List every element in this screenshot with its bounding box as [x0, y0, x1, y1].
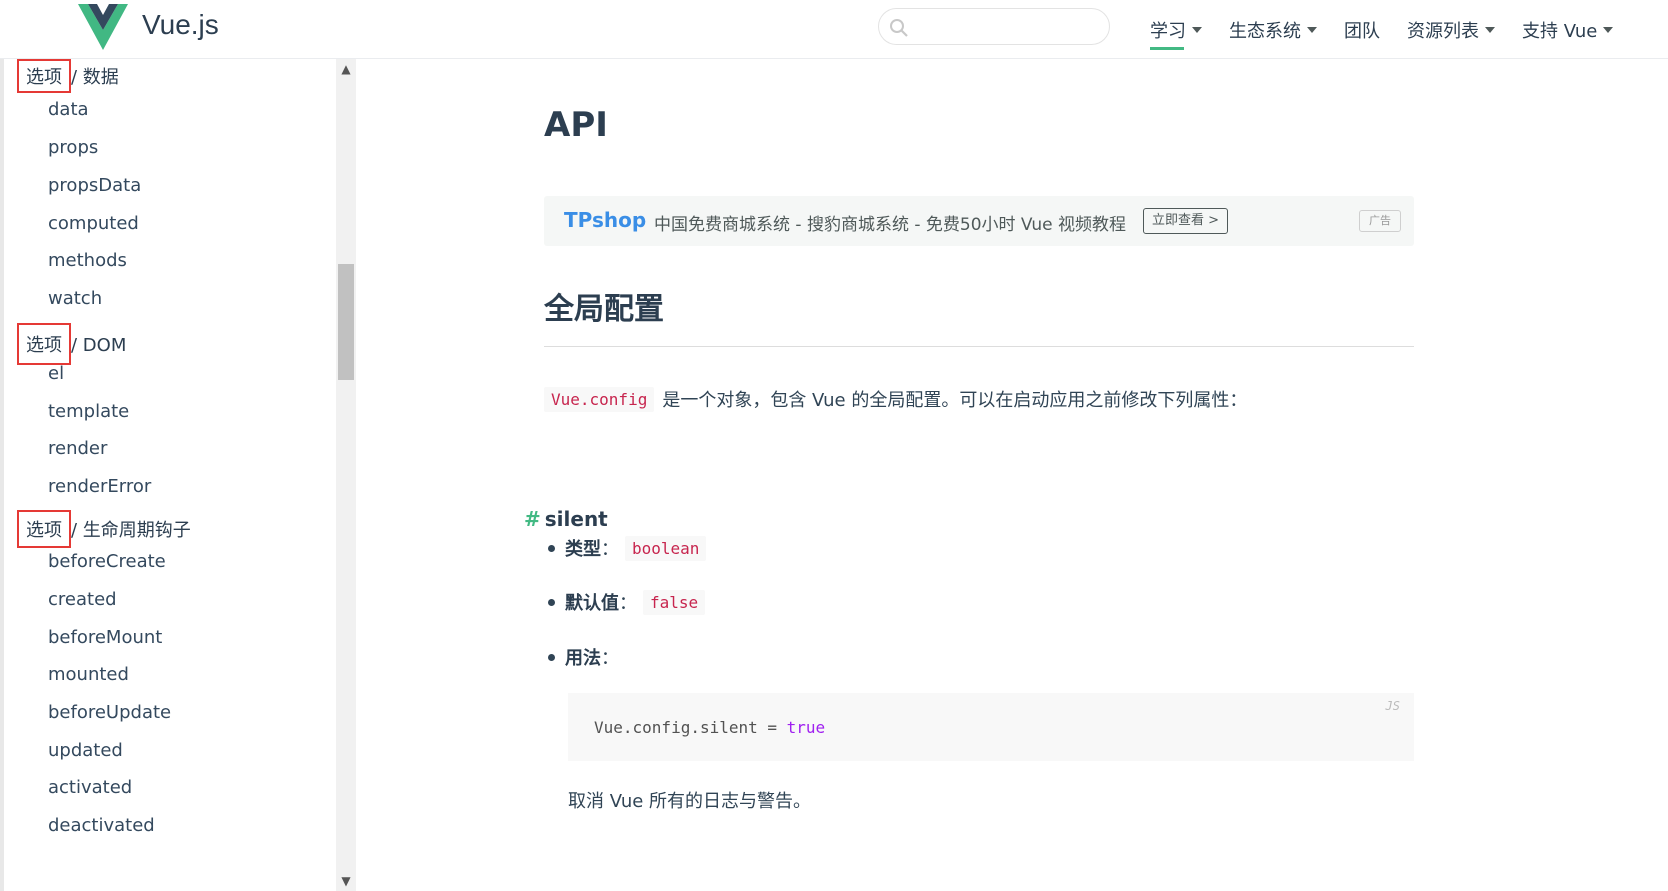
sidebar-section-dom[interactable]: 选项 / DOM [17, 323, 127, 365]
prop-sep: ： [601, 648, 619, 669]
ad-text[interactable]: 中国免费商城系统 - 搜豹商城系统 - 免费50小时 Vue 视频教程 [654, 210, 1126, 235]
prop-code: false [643, 589, 706, 615]
vue-logo-icon[interactable] [78, 4, 128, 50]
page-title: API [544, 105, 608, 145]
section-rest: / 数据 [71, 67, 119, 88]
sidebar-item-rendererror[interactable]: renderError [48, 476, 151, 497]
sidebar-item-watch[interactable]: watch [48, 288, 102, 309]
code-prefix: Vue.config.silent = [594, 718, 787, 737]
nav-team-label: 团队 [1344, 20, 1380, 42]
sidebar-item-props[interactable]: props [48, 137, 98, 158]
nav-team[interactable]: 团队 [1344, 10, 1380, 50]
sidebar-section-data[interactable]: 选项 / 数据 [17, 59, 119, 93]
list-item-type: 类型： boolean [548, 535, 707, 561]
top-header: Vue.js 学习 生态系统 团队 资源列表 支持 Vue [0, 0, 1668, 59]
bullet-icon [548, 544, 555, 552]
sidebar-section-lifecycle[interactable]: 选项 / 生命周期钩子 [17, 510, 191, 548]
sidebar-item-mounted[interactable]: mounted [48, 664, 129, 685]
code-line: Vue.config.silent = true [594, 718, 825, 737]
prop-sep: ： [601, 539, 619, 560]
sidebar-item-deactivated[interactable]: deactivated [48, 815, 155, 836]
nav-learn-label: 学习 [1150, 20, 1186, 42]
caret-down-icon [1192, 26, 1202, 33]
sidebar-item-el[interactable]: el [48, 363, 64, 384]
bullet-icon [548, 653, 555, 661]
sidebar-item-propsdata[interactable]: propsData [48, 175, 141, 196]
code-block: JS Vue.config.silent = true [568, 693, 1414, 761]
caret-down-icon [1603, 26, 1614, 33]
intro-text: 是一个对象，包含 Vue 的全局配置。可以在启动应用之前修改下列属性： [662, 390, 1248, 411]
nav-learn[interactable]: 学习 [1150, 10, 1202, 50]
nav-support-label: 支持 Vue [1522, 20, 1598, 42]
sidebar-item-template[interactable]: template [48, 401, 129, 422]
prop-label: 用法 [565, 648, 601, 669]
highlight-box: 选项 [17, 510, 71, 548]
nav-resources[interactable]: 资源列表 [1407, 10, 1495, 50]
section-rest: / 生命周期钩子 [71, 520, 191, 541]
sidebar-item-data[interactable]: data [48, 99, 89, 120]
sidebar-item-beforeupdate[interactable]: beforeUpdate [48, 702, 171, 723]
main-content: API TPshop 中国免费商城系统 - 搜豹商城系统 - 免费50小时 Vu… [352, 59, 1668, 891]
section-title: 全局配置 [544, 284, 1414, 347]
nav-resources-label: 资源列表 [1407, 20, 1479, 42]
ad-tag: 广告 [1359, 210, 1401, 232]
highlight-box: 选项 [17, 59, 71, 93]
nav-support[interactable]: 支持 Vue [1522, 10, 1614, 50]
caret-down-icon [1485, 26, 1495, 33]
sidebar-item-computed[interactable]: computed [48, 213, 139, 234]
sidebar-item-render[interactable]: render [48, 438, 107, 459]
search-icon [890, 19, 908, 37]
prop-code: boolean [625, 535, 707, 561]
sidebar-item-created[interactable]: created [48, 589, 117, 610]
section-rest: / DOM [71, 335, 127, 356]
main-nav: 学习 生态系统 团队 资源列表 支持 Vue [1150, 0, 1640, 59]
inline-code: Vue.config [544, 386, 655, 412]
highlight-box: 选项 [17, 323, 71, 365]
search-box[interactable] [878, 8, 1110, 45]
anchor-link[interactable]: # [524, 507, 541, 531]
prop-label: 默认值 [565, 593, 619, 614]
subsection-title: silent [544, 507, 608, 531]
ad-brand[interactable]: TPshop [564, 208, 646, 232]
sidebar: 选项 / 数据 data props propsData computed met… [0, 59, 356, 891]
nav-ecosystem[interactable]: 生态系统 [1229, 10, 1317, 50]
sidebar-item-updated[interactable]: updated [48, 740, 123, 761]
prop-sep: ： [619, 593, 637, 614]
ad-view-button[interactable]: 立即查看 > [1143, 208, 1229, 234]
intro-paragraph: Vue.config 是一个对象，包含 Vue 的全局配置。可以在启动应用之前修… [544, 386, 1247, 412]
brand-name[interactable]: Vue.js [142, 9, 219, 41]
code-lang: JS [1385, 699, 1400, 713]
search-input[interactable] [915, 15, 1101, 39]
list-item-default: 默认值： false [548, 589, 706, 615]
list-item-usage: 用法： [548, 644, 619, 670]
prop-label: 类型 [565, 539, 601, 560]
bullet-icon [548, 598, 555, 606]
caret-down-icon [1307, 26, 1317, 33]
nav-ecosystem-label: 生态系统 [1229, 20, 1301, 42]
subsection-heading: # silent [524, 507, 608, 531]
code-value: true [786, 718, 826, 737]
ad-banner[interactable]: TPshop 中国免费商城系统 - 搜豹商城系统 - 免费50小时 Vue 视频… [544, 196, 1414, 246]
sidebar-item-beforemount[interactable]: beforeMount [48, 627, 162, 648]
description: 取消 Vue 所有的日志与警告。 [568, 791, 812, 812]
sidebar-item-beforecreate[interactable]: beforeCreate [48, 551, 166, 572]
sidebar-item-activated[interactable]: activated [48, 777, 132, 798]
sidebar-item-methods[interactable]: methods [48, 250, 127, 271]
